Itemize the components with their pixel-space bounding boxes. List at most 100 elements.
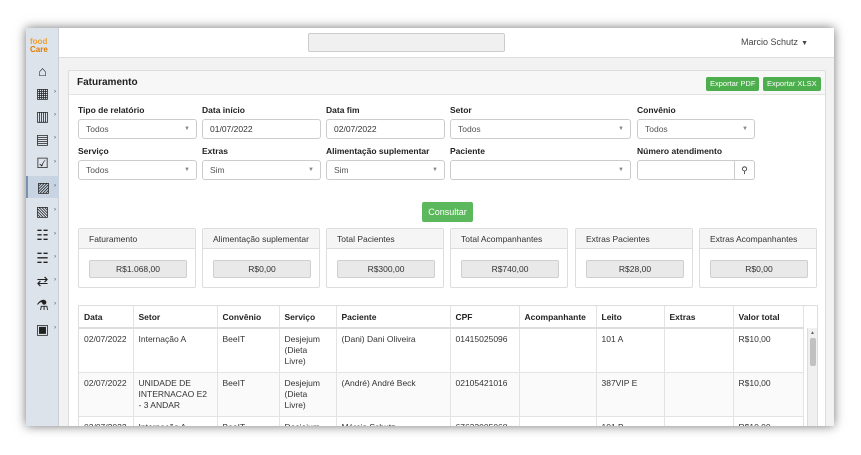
faturamento-panel: Faturamento Exportar PDF Exportar XLSX T…	[68, 70, 826, 426]
table-cell	[519, 416, 597, 426]
table-cell: BeeIT	[217, 328, 280, 373]
export-xlsx-button[interactable]: Exportar XLSX	[763, 77, 821, 91]
sidebar-item-group[interactable]: ☵ ›	[26, 247, 59, 269]
sidebar-item-checklist[interactable]: ☑ ›	[26, 152, 59, 174]
column-header[interactable]: Convênio	[217, 306, 280, 329]
servico-select[interactable]: Todos ▼	[78, 160, 197, 180]
summary-card: Extras Pacientes R$28,00	[575, 228, 693, 288]
sidebar-item-people[interactable]: ☷ ›	[26, 224, 59, 246]
sidebar-item-person-arrow[interactable]: ⇄ ›	[26, 270, 59, 292]
sidebar-item-building[interactable]: ▥ ›	[26, 105, 59, 127]
table-cell: R$10,00	[733, 328, 804, 373]
scroll-thumb[interactable]	[810, 338, 816, 366]
column-header[interactable]: Serviço	[279, 306, 337, 329]
numero-atendimento-input[interactable]	[637, 160, 735, 180]
summary-card: Total Pacientes R$300,00	[326, 228, 444, 288]
global-search-input[interactable]	[308, 33, 505, 52]
user-menu[interactable]: Marcio Schutz ▼	[741, 37, 808, 47]
monitor-icon: ▣	[35, 320, 50, 337]
setor-select[interactable]: Todos ▼	[450, 119, 631, 139]
checklist-icon: ☑	[36, 154, 49, 171]
column-header[interactable]: Valor total	[733, 306, 804, 329]
paciente-label: Paciente	[450, 146, 485, 156]
export-pdf-button[interactable]: Exportar PDF	[706, 77, 760, 91]
search-button[interactable]: ⚲	[735, 160, 755, 180]
document-icon: ▧	[35, 202, 50, 219]
convenio-select[interactable]: Todos ▼	[637, 119, 755, 139]
sidebar-item-home[interactable]: ⌂	[26, 60, 59, 82]
data-fim-input[interactable]: 02/07/2022	[326, 119, 445, 139]
table-cell: Desjejum	[279, 416, 337, 426]
extras-label: Extras	[202, 146, 228, 156]
table-cell: BeeIT	[217, 372, 280, 417]
building-icon: ▥	[35, 107, 50, 124]
convenio-value: Todos	[645, 124, 668, 134]
summary-card-value: R$740,00	[461, 260, 559, 278]
table-cell: Márcio Schutz	[336, 416, 451, 426]
table-cell: 02/07/2022	[79, 328, 134, 373]
column-header[interactable]: Data	[79, 306, 134, 329]
extras-select[interactable]: Sim ▼	[202, 160, 321, 180]
results-table: Data Setor Convênio Serviço Paciente CPF Acomp…	[78, 305, 818, 426]
summary-card-title: Alimentação suplementar	[203, 229, 319, 249]
consultar-button[interactable]: Consultar	[422, 202, 473, 222]
table-cell: BeeIT	[217, 416, 280, 426]
table-cell: Desjejum (Dieta Livre)	[279, 328, 337, 373]
scroll-up-icon[interactable]: ▲	[810, 330, 815, 336]
sidebar-item-store[interactable]: ▤ ›	[26, 128, 59, 150]
table-cell	[519, 328, 597, 373]
chevron-down-icon: ▼	[742, 126, 748, 132]
chevron-right-icon: ›	[54, 135, 56, 141]
sidebar-item-document[interactable]: ▧ ›	[26, 200, 59, 222]
table-row[interactable]: 02/07/2022 Internação A BeeIT Desjejum (Die…	[79, 328, 804, 373]
table-row[interactable]: 02/07/2022Internação ABeeITDesjejumMárci…	[79, 416, 804, 426]
column-header[interactable]: CPF	[450, 306, 520, 329]
column-header[interactable]: Extras	[664, 306, 734, 329]
caret-down-icon: ▼	[801, 40, 808, 47]
column-header[interactable]: Acompanhante	[519, 306, 597, 329]
alimentacao-select[interactable]: Sim ▼	[326, 160, 445, 180]
column-header[interactable]: Leito	[596, 306, 665, 329]
chevron-right-icon: ›	[54, 112, 56, 118]
chevron-right-icon: ›	[54, 301, 56, 307]
alimentacao-label: Alimentação suplementar	[326, 146, 430, 156]
chevron-down-icon: ▼	[618, 126, 624, 132]
store-icon: ▤	[35, 130, 50, 147]
chart-icon: ▨	[36, 178, 51, 195]
chevron-right-icon: ›	[54, 325, 56, 331]
chevron-right-icon: ›	[54, 183, 56, 189]
table-cell: R$10,00	[733, 416, 804, 426]
sidebar: food Care ⌂ ▦ › ▥ › ▤ › ☑ › ▨ › ▧ › ☷ › ☵ › ⇄ › ⚗ › ▣ ›	[26, 28, 59, 426]
sidebar-item-grid[interactable]: ▦ ›	[26, 82, 59, 104]
grid-icon: ▦	[35, 84, 50, 101]
user-name: Marcio Schutz	[741, 37, 799, 47]
table-scrollbar[interactable]: ▲	[807, 328, 817, 426]
table-cell	[664, 328, 734, 373]
column-header[interactable]: Paciente	[336, 306, 451, 329]
summary-card: Total Acompanhantes R$740,00	[450, 228, 568, 288]
logo: food Care	[30, 38, 56, 54]
paciente-select[interactable]: ▼	[450, 160, 631, 180]
table-cell	[664, 416, 734, 426]
table-cell: 02/07/2022	[79, 372, 134, 417]
tipo-relatorio-select[interactable]: Todos ▼	[78, 119, 197, 139]
chevron-right-icon: ›	[54, 207, 56, 213]
chevron-right-icon: ›	[54, 231, 56, 237]
group-icon: ☵	[36, 249, 49, 266]
flask-icon: ⚗	[36, 296, 49, 313]
sidebar-item-monitor[interactable]: ▣ ›	[26, 318, 59, 340]
table-row[interactable]: 02/07/2022 UNIDADE DE INTERNACAO E2 - 3 A…	[79, 372, 804, 417]
data-inicio-label: Data início	[202, 105, 245, 115]
summary-card: Alimentação suplementar R$0,00	[202, 228, 320, 288]
top-bar: Marcio Schutz ▼	[59, 28, 834, 58]
summary-card-value: R$300,00	[337, 260, 435, 278]
table-cell: 101 A	[596, 328, 665, 373]
column-header[interactable]: Setor	[133, 306, 218, 329]
setor-label: Setor	[450, 105, 472, 115]
table-cell: Desjejum (Dieta Livre)	[279, 372, 337, 417]
data-inicio-input[interactable]: 01/07/2022	[202, 119, 321, 139]
sidebar-item-chart[interactable]: ▨ ›	[26, 176, 59, 198]
sidebar-item-flask[interactable]: ⚗ ›	[26, 294, 59, 316]
chevron-right-icon: ›	[54, 89, 56, 95]
summary-card: Faturamento R$1.068,00	[78, 228, 196, 288]
